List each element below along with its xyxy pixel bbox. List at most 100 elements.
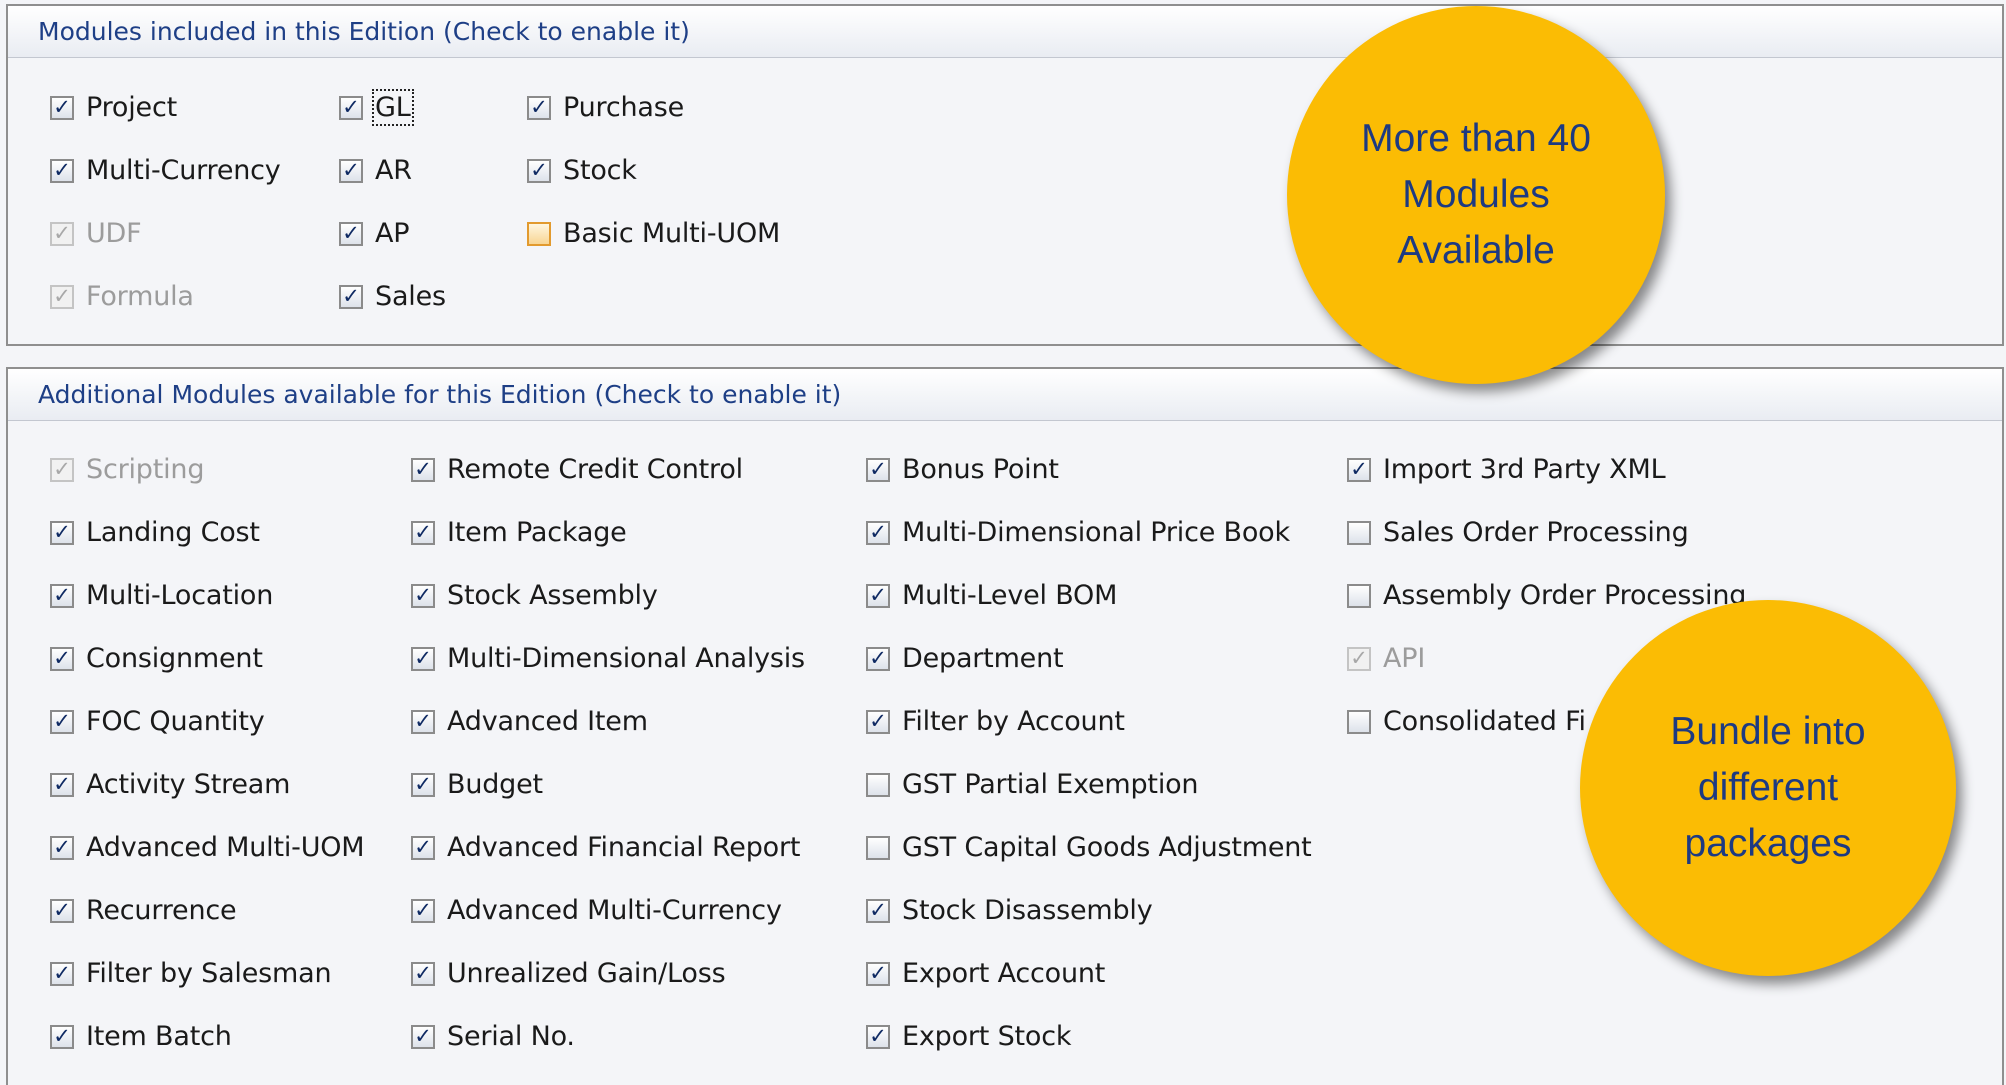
checkbox-export-account[interactable]: ✓ Export Account	[866, 958, 1105, 989]
checkbox-formula[interactable]: ✓ Formula	[50, 281, 194, 312]
checkbox-project[interactable]: ✓ Project	[50, 92, 177, 123]
checkbox-box[interactable]: ✓	[50, 772, 74, 797]
checkbox-box[interactable]	[1347, 709, 1371, 734]
checkbox-gl[interactable]: ✓ GL	[339, 89, 414, 126]
checkbox-stock-disassembly[interactable]: ✓ Stock Disassembly	[866, 895, 1153, 926]
checkbox-import-3rd-party-xml[interactable]: ✓ Import 3rd Party XML	[1347, 454, 1666, 485]
checkbox-box[interactable]: ✓	[411, 898, 435, 923]
checkbox-api[interactable]: ✓ API	[1347, 643, 1425, 674]
checkbox-basic-multi-uom[interactable]: Basic Multi-UOM	[527, 218, 780, 249]
checkbox-gst-partial-exemption[interactable]: GST Partial Exemption	[866, 769, 1199, 800]
checkbox-multi-location[interactable]: ✓ Multi-Location	[50, 580, 273, 611]
checkbox-department[interactable]: ✓ Department	[866, 643, 1064, 674]
checkbox-box[interactable]: ✓	[866, 898, 890, 923]
checkbox-serial-no[interactable]: ✓ Serial No.	[411, 1021, 575, 1052]
checkbox-box[interactable]: ✓	[411, 835, 435, 860]
checkbox-box[interactable]: ✓	[50, 95, 74, 120]
checkbox-box[interactable]: ✓	[50, 158, 74, 183]
checkbox-advanced-item[interactable]: ✓ Advanced Item	[411, 706, 648, 737]
checkmark-icon: ✓	[869, 520, 887, 544]
checkbox-box[interactable]: ✓	[411, 772, 435, 797]
checkbox-box[interactable]: ✓	[50, 221, 74, 246]
checkbox-multi-currency[interactable]: ✓ Multi-Currency	[50, 155, 281, 186]
checkbox-multi-dimensional-analysis[interactable]: ✓ Multi-Dimensional Analysis	[411, 643, 805, 674]
checkbox-box[interactable]: ✓	[411, 457, 435, 482]
checkbox-landing-cost[interactable]: ✓ Landing Cost	[50, 517, 260, 548]
checkbox-box[interactable]: ✓	[339, 221, 363, 246]
checkbox-gst-capital-goods-adjustment[interactable]: GST Capital Goods Adjustment	[866, 832, 1312, 863]
checkbox-filter-by-account[interactable]: ✓ Filter by Account	[866, 706, 1125, 737]
checkbox-purchase[interactable]: ✓ Purchase	[527, 92, 684, 123]
checkbox-label: GST Partial Exemption	[902, 769, 1199, 800]
checkbox-advanced-multi-uom[interactable]: ✓ Advanced Multi-UOM	[50, 832, 365, 863]
checkbox-filter-by-salesman[interactable]: ✓ Filter by Salesman	[50, 958, 332, 989]
checkbox-budget[interactable]: ✓ Budget	[411, 769, 543, 800]
checkbox-box[interactable]	[527, 221, 551, 246]
checkmark-icon: ✓	[53, 898, 71, 922]
checkbox-bonus-point[interactable]: ✓ Bonus Point	[866, 454, 1059, 485]
checkbox-box[interactable]: ✓	[866, 709, 890, 734]
checkbox-box[interactable]: ✓	[866, 961, 890, 986]
checkbox-advanced-financial-report[interactable]: ✓ Advanced Financial Report	[411, 832, 800, 863]
checkbox-box[interactable]: ✓	[866, 583, 890, 608]
checkbox-consolidated-financial[interactable]: Consolidated Fi	[1347, 706, 1586, 737]
checkbox-box[interactable]: ✓	[1347, 646, 1371, 671]
checkbox-label: Filter by Account	[902, 706, 1125, 737]
checkbox-box[interactable]: ✓	[50, 898, 74, 923]
checkbox-box[interactable]: ✓	[50, 646, 74, 671]
checkbox-item-package[interactable]: ✓ Item Package	[411, 517, 627, 548]
checkbox-activity-stream[interactable]: ✓ Activity Stream	[50, 769, 290, 800]
checkbox-box[interactable]: ✓	[339, 284, 363, 309]
checkbox-assembly-order-processing[interactable]: Assembly Order Processing	[1347, 580, 1746, 611]
checkbox-box[interactable]: ✓	[1347, 457, 1371, 482]
checkbox-sales-order-processing[interactable]: Sales Order Processing	[1347, 517, 1689, 548]
checkbox-box[interactable]: ✓	[339, 158, 363, 183]
checkbox-box[interactable]: ✓	[411, 583, 435, 608]
checkbox-stock[interactable]: ✓ Stock	[527, 155, 637, 186]
checkbox-sales[interactable]: ✓ Sales	[339, 281, 446, 312]
checkbox-box[interactable]: ✓	[411, 1024, 435, 1049]
checkmark-icon: ✓	[414, 646, 432, 670]
checkbox-box[interactable]	[866, 772, 890, 797]
checkbox-box[interactable]: ✓	[50, 284, 74, 309]
checkbox-box[interactable]: ✓	[50, 457, 74, 482]
checkmark-icon: ✓	[342, 95, 360, 119]
checkbox-ar[interactable]: ✓ AR	[339, 155, 412, 186]
checkbox-box[interactable]: ✓	[866, 646, 890, 671]
checkbox-box[interactable]: ✓	[866, 520, 890, 545]
checkbox-remote-credit-control[interactable]: ✓ Remote Credit Control	[411, 454, 743, 485]
checkbox-box[interactable]	[1347, 520, 1371, 545]
checkbox-box[interactable]: ✓	[50, 583, 74, 608]
checkbox-consignment[interactable]: ✓ Consignment	[50, 643, 263, 674]
checkbox-recurrence[interactable]: ✓ Recurrence	[50, 895, 237, 926]
checkbox-ap[interactable]: ✓ AP	[339, 218, 410, 249]
checkbox-box[interactable]: ✓	[50, 961, 74, 986]
checkbox-advanced-multi-currency[interactable]: ✓ Advanced Multi-Currency	[411, 895, 782, 926]
checkbox-box[interactable]: ✓	[50, 520, 74, 545]
checkbox-box[interactable]: ✓	[50, 709, 74, 734]
checkbox-box[interactable]: ✓	[50, 1024, 74, 1049]
checkbox-box[interactable]: ✓	[411, 709, 435, 734]
checkbox-box[interactable]: ✓	[50, 835, 74, 860]
checkbox-foc-quantity[interactable]: ✓ FOC Quantity	[50, 706, 265, 737]
checkbox-box[interactable]: ✓	[527, 95, 551, 120]
checkbox-label: Purchase	[563, 92, 685, 123]
checkbox-box[interactable]	[1347, 583, 1371, 608]
checkbox-box[interactable]: ✓	[411, 520, 435, 545]
checkbox-udf[interactable]: ✓ UDF	[50, 218, 142, 249]
checkbox-box[interactable]: ✓	[866, 457, 890, 482]
checkbox-item-batch[interactable]: ✓ Item Batch	[50, 1021, 232, 1052]
checkbox-box[interactable]: ✓	[411, 646, 435, 671]
checkbox-unrealized-gain-loss[interactable]: ✓ Unrealized Gain/Loss	[411, 958, 726, 989]
checkbox-box[interactable]: ✓	[527, 158, 551, 183]
checkbox-box[interactable]	[866, 835, 890, 860]
checkbox-scripting[interactable]: ✓ Scripting	[50, 454, 204, 485]
checkbox-box[interactable]: ✓	[866, 1024, 890, 1049]
checkbox-box[interactable]: ✓	[339, 95, 363, 120]
checkbox-multi-level-bom[interactable]: ✓ Multi-Level BOM	[866, 580, 1117, 611]
checkbox-multi-dimensional-price-book[interactable]: ✓ Multi-Dimensional Price Book	[866, 517, 1290, 548]
checkbox-box[interactable]: ✓	[411, 961, 435, 986]
checkbox-stock-assembly[interactable]: ✓ Stock Assembly	[411, 580, 658, 611]
checkbox-label: Landing Cost	[86, 517, 260, 548]
checkbox-export-stock[interactable]: ✓ Export Stock	[866, 1021, 1071, 1052]
